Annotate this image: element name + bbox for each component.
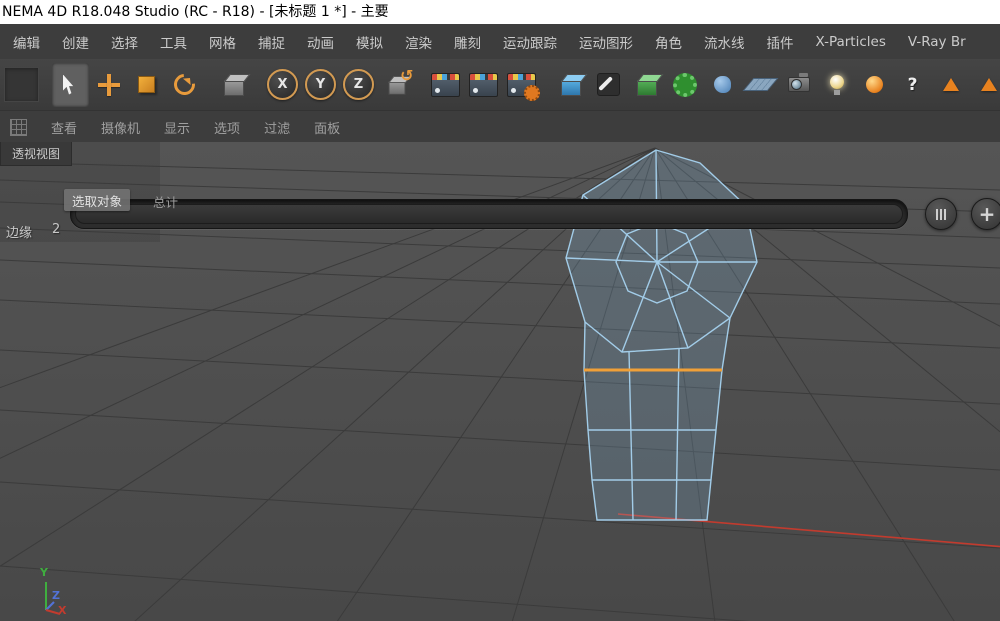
generator-gear-icon: [673, 73, 697, 97]
menu-snap[interactable]: 捕捉: [258, 32, 285, 52]
coordinate-system-icon: [382, 70, 412, 100]
light-bulb-icon: [830, 75, 844, 89]
c4d-window: NEMA 4D R18.048 Studio (RC - R18) - [未标题…: [0, 0, 1000, 621]
edge-count-value: 2: [52, 222, 60, 241]
add-cube-primitive-button[interactable]: [552, 63, 589, 107]
last-used-tool[interactable]: [215, 63, 252, 107]
add-panel-button[interactable]: +: [971, 198, 1000, 230]
window-title: NEMA 4D R18.048 Studio (RC - R18) - [未标题…: [2, 4, 389, 20]
live-selection-tool[interactable]: [52, 63, 89, 107]
sky-button[interactable]: [856, 63, 893, 107]
render-region-button[interactable]: [465, 63, 502, 107]
render-settings-icon: [507, 73, 536, 97]
vmenu-panel[interactable]: 面板: [314, 118, 340, 137]
menu-render[interactable]: 渲染: [405, 32, 432, 52]
status-tooltip: 选取对象: [64, 189, 130, 211]
rotate-tool[interactable]: [166, 63, 203, 107]
move-icon: [98, 74, 120, 96]
vmenu-cameras[interactable]: 摄像机: [101, 118, 140, 137]
progress-bar[interactable]: [70, 199, 908, 229]
gear-icon: [524, 85, 540, 101]
gizmo-z-label: Z: [52, 589, 60, 602]
vmenu-display[interactable]: 显示: [164, 118, 190, 137]
xparticles-button-b[interactable]: [970, 63, 1000, 107]
edge-count-label: 边缘: [6, 222, 32, 241]
menu-pipeline[interactable]: 流水线: [704, 32, 745, 52]
plus-icon: +: [979, 204, 996, 224]
xparticles-button-a[interactable]: [932, 63, 969, 107]
panel-divider-button[interactable]: [925, 198, 957, 230]
y-axis-lock-button[interactable]: Y: [302, 63, 339, 107]
render-view-icon: [431, 73, 460, 97]
camera-icon: [788, 77, 810, 92]
light-button[interactable]: [818, 63, 855, 107]
pen-icon: [597, 73, 620, 96]
disabled-tool-slot: [3, 63, 40, 107]
floor-icon: [743, 78, 779, 91]
help-icon: ?: [908, 75, 918, 95]
edge-count: 边缘 2: [6, 222, 60, 241]
z-axis-lock-button[interactable]: Z: [340, 63, 377, 107]
menu-sculpt[interactable]: 雕刻: [454, 32, 481, 52]
warning-triangle-icon: [943, 78, 959, 91]
menu-vray[interactable]: V-Ray Br: [908, 34, 966, 50]
menu-mograph[interactable]: 运动图形: [579, 32, 633, 52]
generator-button[interactable]: [666, 63, 703, 107]
menu-tools[interactable]: 工具: [160, 32, 187, 52]
warning-triangle-icon: [981, 78, 997, 91]
gizmo-y-label: Y: [40, 566, 48, 579]
scale-tool[interactable]: [128, 63, 165, 107]
render-view-button[interactable]: [427, 63, 464, 107]
cursor-icon: [63, 75, 78, 95]
sky-icon: [866, 76, 883, 93]
main-toolbar: X Y Z ?: [0, 59, 1000, 111]
viewport-label[interactable]: 透视视图: [0, 142, 72, 166]
menu-create[interactable]: 创建: [62, 32, 89, 52]
help-button[interactable]: ?: [894, 63, 931, 107]
grid-icon[interactable]: [10, 119, 27, 136]
subdivision-surface-button[interactable]: [628, 63, 665, 107]
vmenu-options[interactable]: 选项: [214, 118, 240, 137]
camera-button[interactable]: [780, 63, 817, 107]
x-axis-lock-button[interactable]: X: [264, 63, 301, 107]
z-axis-icon: Z: [343, 69, 374, 100]
deformer-button[interactable]: [704, 63, 741, 107]
gizmo-x-label: X: [58, 604, 66, 617]
x-axis-icon: X: [267, 69, 298, 100]
menu-xparticles[interactable]: X-Particles: [816, 34, 886, 50]
scale-icon: [138, 76, 155, 93]
move-tool[interactable]: [90, 63, 127, 107]
menu-select[interactable]: 选择: [111, 32, 138, 52]
window-titlebar[interactable]: NEMA 4D R18.048 Studio (RC - R18) - [未标题…: [0, 0, 1000, 24]
menu-motion-tracker[interactable]: 运动跟踪: [503, 32, 557, 52]
deformer-icon: [714, 76, 731, 93]
cube-primitive-icon: [561, 80, 581, 96]
render-settings-button[interactable]: [503, 63, 540, 107]
y-axis-icon: Y: [305, 69, 336, 100]
menu-plugins[interactable]: 插件: [767, 32, 794, 52]
subdivision-icon: [637, 80, 657, 96]
rotate-icon: [174, 74, 195, 95]
status-total-label: 总计: [153, 192, 178, 211]
progress-bar-fill: [75, 204, 903, 224]
render-region-icon: [469, 73, 498, 97]
main-menubar: 编辑 创建 选择 工具 网格 捕捉 动画 模拟 渲染 雕刻 运动跟踪 运动图形 …: [0, 24, 1000, 59]
viewport-perspective[interactable]: 透视视图 选取对象 总计 + 边缘 2 Y Z X: [0, 142, 1000, 621]
menu-character[interactable]: 角色: [655, 32, 682, 52]
menu-edit[interactable]: 编辑: [13, 32, 40, 52]
floor-button[interactable]: [742, 63, 779, 107]
menu-mesh[interactable]: 网格: [209, 32, 236, 52]
cube-icon: [224, 80, 244, 96]
coordinate-system-button[interactable]: [378, 63, 415, 107]
menu-animate[interactable]: 动画: [307, 32, 334, 52]
vmenu-view[interactable]: 查看: [51, 118, 77, 137]
pen-spline-button[interactable]: [590, 63, 627, 107]
viewport-menubar: 查看 摄像机 显示 选项 过滤 面板: [0, 111, 1000, 144]
menu-simulate[interactable]: 模拟: [356, 32, 383, 52]
disabled-slot-icon: [4, 67, 39, 102]
vmenu-filter[interactable]: 过滤: [264, 118, 290, 137]
